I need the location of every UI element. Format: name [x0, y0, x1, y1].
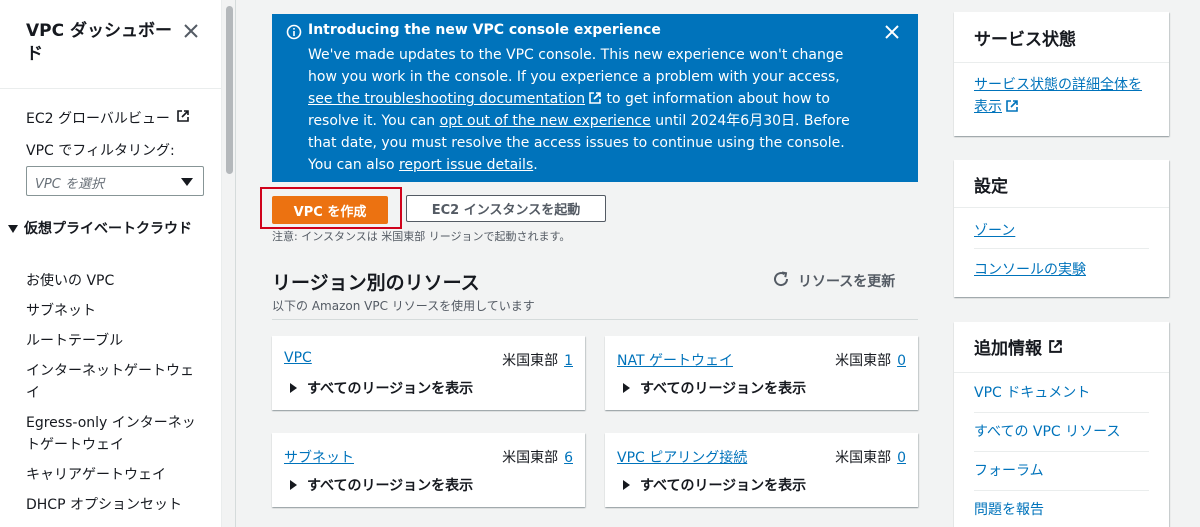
sidebar-items: お使いの VPC サブネット ルートテーブル インターネットゲートウェイ Egr…	[26, 270, 206, 524]
sidebar-title: VPC ダッシュボード	[26, 21, 173, 64]
info-banner: Introducing the new VPC console experien…	[272, 14, 918, 182]
refresh-resources-button[interactable]: リソースを更新	[772, 270, 895, 292]
region-label: 米国東部	[502, 353, 559, 369]
count-link[interactable]: 1	[564, 353, 573, 369]
close-icon[interactable]	[180, 20, 202, 42]
refresh-label: リソースを更新	[798, 274, 896, 290]
banner-text: We've made updates to the VPC console. T…	[308, 47, 844, 85]
console-experiments-link[interactable]: コンソールの実験	[974, 259, 1086, 281]
sidebar-section-vpc[interactable]: 仮想プライベートクラウド	[8, 218, 198, 240]
launch-note: 注意: インスタンスは 米国東部 リージョンで起動されます。	[272, 230, 571, 243]
report-issue-link[interactable]: report issue details	[399, 157, 533, 173]
resource-link-nat-gateway[interactable]: NAT ゲートウェイ	[617, 350, 733, 370]
resource-card-vpc: VPC 米国東部 1 すべてのリージョンを表示	[272, 336, 585, 410]
count-link[interactable]: 0	[897, 450, 906, 466]
service-health-panel: サービス状態 サービス状態の詳細全体を表示	[954, 12, 1169, 136]
vpc-filter-placeholder: VPC を選択	[35, 177, 104, 192]
external-link-icon	[589, 92, 601, 104]
caret-right-icon	[290, 383, 297, 393]
opt-out-link[interactable]: opt out of the new experience	[440, 113, 651, 129]
expand-label: すべてのリージョンを表示	[640, 381, 807, 397]
all-vpc-resources-link[interactable]: すべての VPC リソース	[974, 421, 1120, 443]
sidebar-item-subnets[interactable]: サブネット	[26, 300, 206, 322]
vpc-documentation-link[interactable]: VPC ドキュメント	[974, 382, 1090, 404]
expand-label: すべてのリージョンを表示	[640, 478, 807, 494]
show-all-regions-toggle[interactable]: すべてのリージョンを表示	[623, 475, 806, 495]
expand-label: すべてのリージョンを表示	[307, 478, 474, 494]
external-link-icon	[1049, 340, 1062, 353]
sidebar-item-your-vpcs[interactable]: お使いの VPC	[26, 270, 206, 292]
resource-count: 米国東部 6	[502, 447, 573, 467]
resources-subtitle: 以下の Amazon VPC リソースを使用しています	[272, 299, 535, 313]
scrollbar-thumb[interactable]	[226, 6, 233, 174]
additional-info-title: 追加情報	[974, 334, 1063, 359]
sidebar-item-egress-only-gateways[interactable]: Egress-only インターネットゲートウェイ	[26, 412, 206, 456]
panel-title-label: 追加情報	[974, 339, 1042, 359]
caret-right-icon	[623, 480, 630, 490]
close-icon[interactable]	[884, 24, 900, 40]
banner-body: We've made updates to the VPC console. T…	[308, 44, 868, 176]
external-link-icon	[1006, 100, 1018, 112]
caret-right-icon	[623, 383, 630, 393]
forums-link[interactable]: フォーラム	[974, 460, 1044, 482]
link-label: サービス状態の詳細全体を表示	[974, 77, 1142, 115]
expand-label: すべてのリージョンを表示	[307, 381, 474, 397]
resource-link-subnet[interactable]: サブネット	[284, 447, 354, 467]
sidebar-section-label: 仮想プライベートクラウド	[24, 221, 192, 237]
divider	[974, 490, 1149, 491]
region-label: 米国東部	[835, 450, 892, 466]
caret-right-icon	[290, 480, 297, 490]
resource-link-vpc-peering[interactable]: VPC ピアリング接続	[617, 447, 747, 467]
additional-info-panel: 追加情報 VPC ドキュメント すべての VPC リソース フォーラム 問題を報…	[954, 322, 1169, 527]
divider	[954, 62, 1169, 63]
vpc-filter-select[interactable]: VPC を選択	[26, 166, 204, 196]
divider	[974, 451, 1149, 452]
filter-label: VPC でフィルタリング:	[26, 143, 175, 159]
region-label: 米国東部	[502, 450, 559, 466]
info-icon	[286, 24, 302, 40]
refresh-icon	[772, 270, 790, 292]
divider	[0, 88, 222, 89]
report-issue-link[interactable]: 問題を報告	[974, 499, 1044, 521]
sidebar: VPC ダッシュボード EC2 グローバルビュー VPC でフィルタリング: V…	[0, 0, 222, 527]
sidebar-item-internet-gateways[interactable]: インターネットゲートウェイ	[26, 360, 206, 404]
divider	[954, 207, 1169, 208]
sidebar-item-ec2-global-view[interactable]: EC2 グローバルビュー	[26, 108, 190, 128]
divider	[954, 372, 1169, 373]
region-label: 米国東部	[835, 353, 892, 369]
service-health-title: サービス状態	[974, 30, 1076, 50]
count-link[interactable]: 0	[897, 353, 906, 369]
divider	[974, 248, 1149, 249]
show-all-regions-toggle[interactable]: すべてのリージョンを表示	[290, 475, 473, 495]
resource-card-vpc-peering: VPC ピアリング接続 米国東部 0 すべてのリージョンを表示	[605, 433, 918, 507]
sidebar-item-label: EC2 グローバルビュー	[26, 111, 170, 127]
resource-link-vpc[interactable]: VPC	[284, 350, 312, 366]
caret-down-icon	[8, 225, 18, 233]
resources-title: リージョン別のリソース	[272, 272, 480, 294]
divider	[272, 319, 918, 320]
resource-card-subnet: サブネット 米国東部 6 すべてのリージョンを表示	[272, 433, 585, 507]
sidebar-item-route-tables[interactable]: ルートテーブル	[26, 330, 206, 352]
troubleshooting-link[interactable]: see the troubleshooting documentation	[308, 91, 585, 107]
show-all-regions-toggle[interactable]: すべてのリージョンを表示	[623, 378, 806, 398]
banner-text: .	[533, 157, 538, 173]
service-health-details-link[interactable]: サービス状態の詳細全体を表示	[974, 74, 1154, 118]
divider	[974, 412, 1149, 413]
resource-count: 米国東部 0	[835, 350, 906, 370]
caret-down-icon	[181, 178, 193, 186]
resource-card-nat-gateway: NAT ゲートウェイ 米国東部 0 すべてのリージョンを表示	[605, 336, 918, 410]
sidebar-item-dhcp-option-sets[interactable]: DHCP オプションセット	[26, 494, 206, 516]
create-vpc-button[interactable]: VPC を作成	[272, 196, 388, 224]
settings-title: 設定	[974, 177, 1008, 197]
resource-count: 米国東部 0	[835, 447, 906, 467]
external-link-icon	[176, 109, 190, 127]
show-all-regions-toggle[interactable]: すべてのリージョンを表示	[290, 378, 473, 398]
zones-link[interactable]: ゾーン	[974, 220, 1015, 242]
sidebar-item-carrier-gateways[interactable]: キャリアゲートウェイ	[26, 464, 206, 486]
launch-ec2-button[interactable]: EC2 インスタンスを起動	[406, 195, 606, 222]
resource-count: 米国東部 1	[502, 350, 573, 370]
settings-panel: 設定 ゾーン コンソールの実験	[954, 160, 1169, 297]
count-link[interactable]: 6	[564, 450, 573, 466]
banner-title: Introducing the new VPC console experien…	[308, 22, 661, 38]
